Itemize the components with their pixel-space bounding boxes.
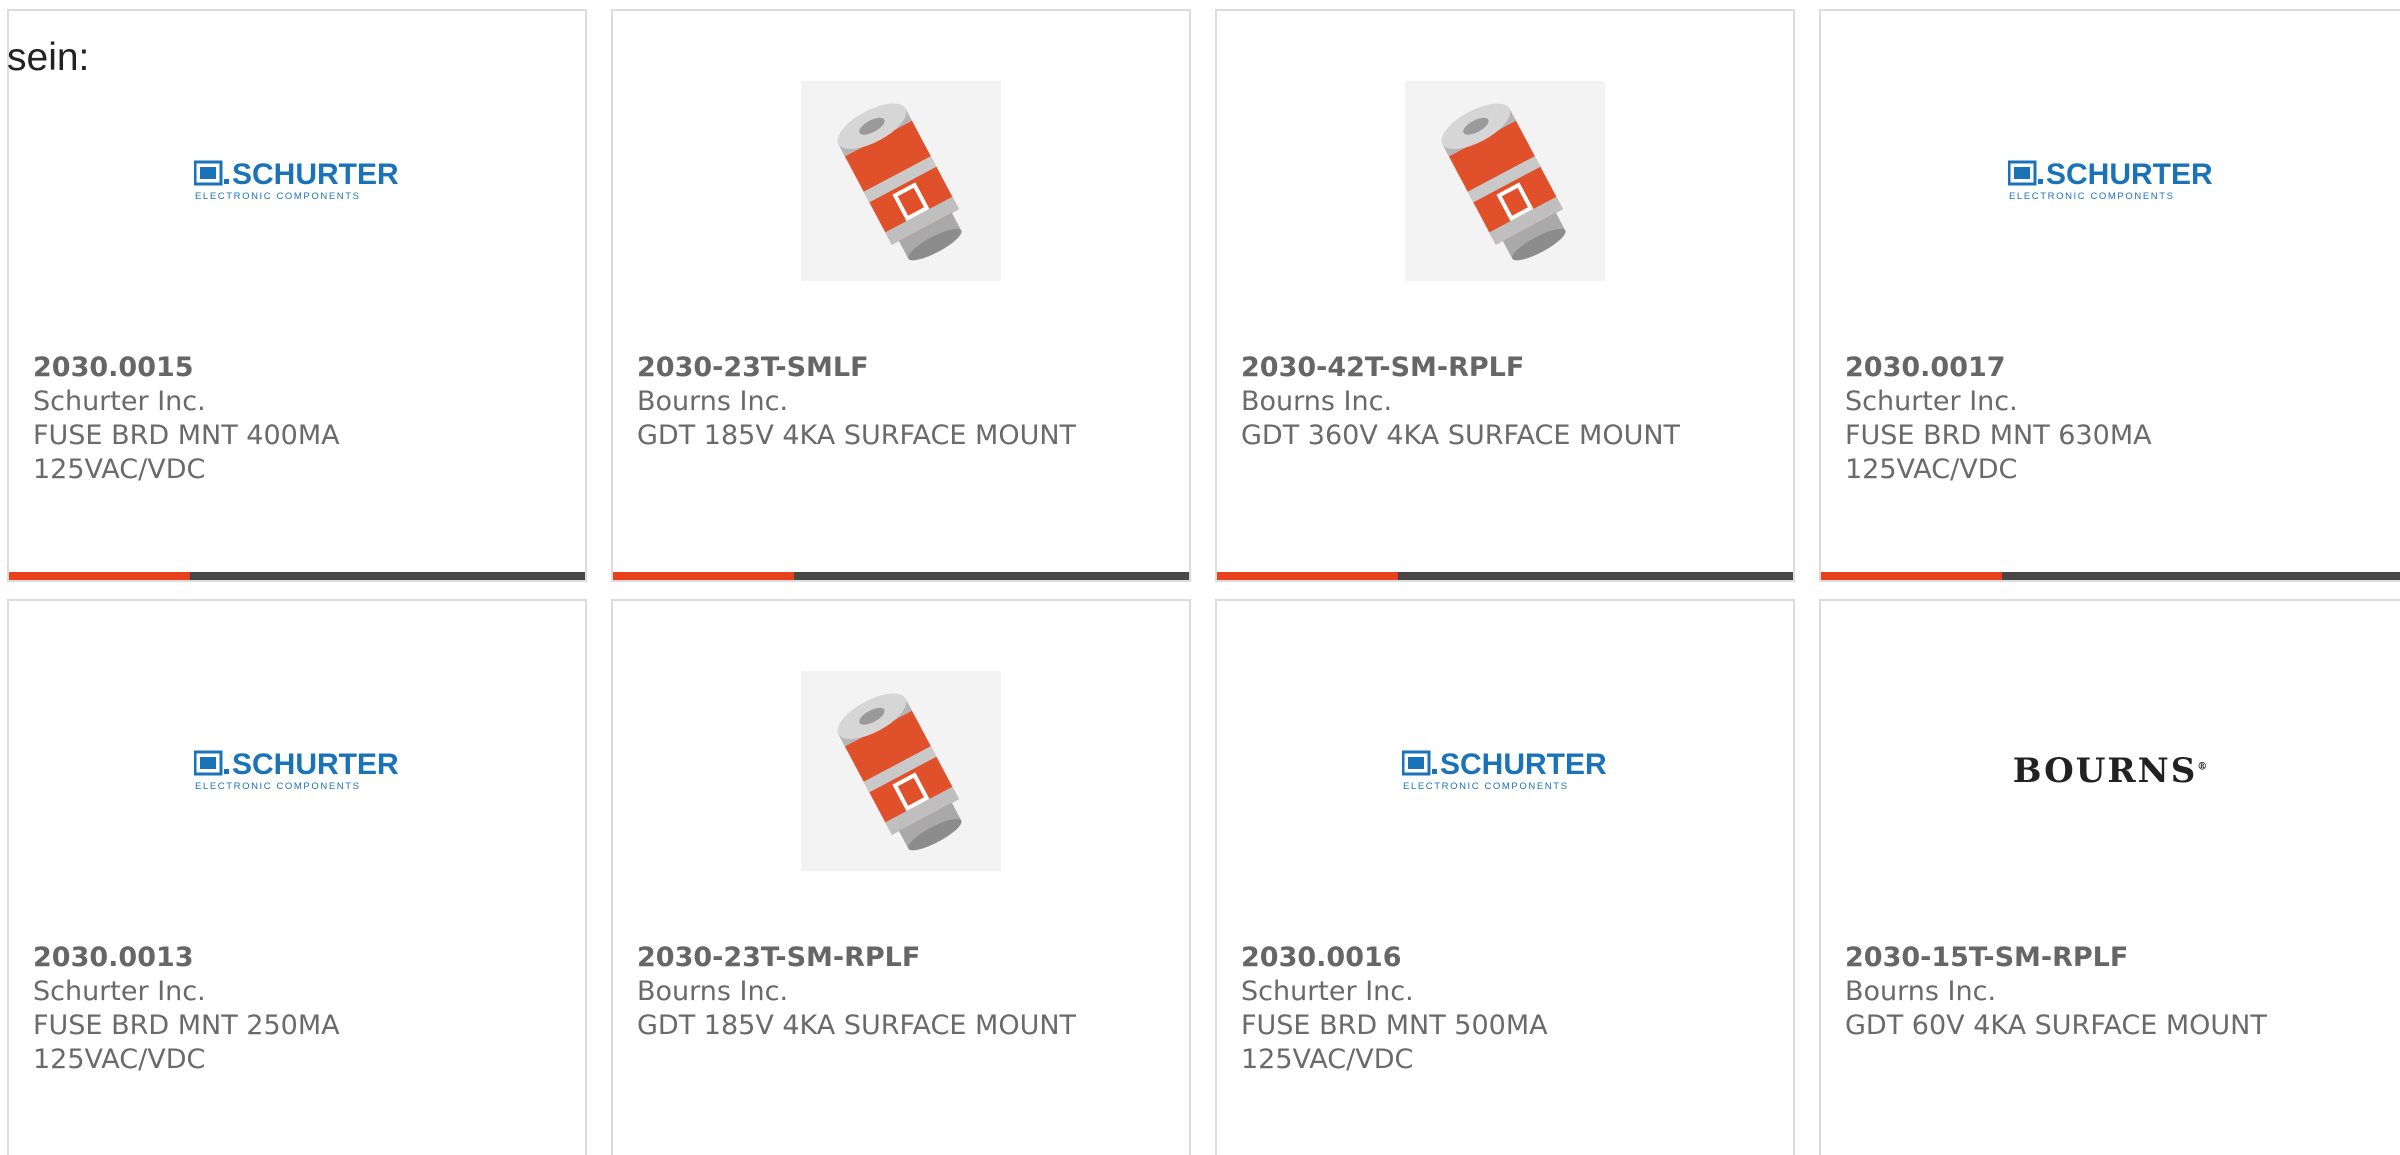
description: GDT 360V 4KA SURFACE MOUNT: [1241, 420, 1681, 451]
description: FUSE BRD MNT 400MA 125VAC/VDC: [33, 420, 340, 485]
part-number[interactable]: 2030.0013: [33, 941, 363, 975]
product-card[interactable]: 2030-23T-SM-RPLF Bourns Inc. GDT 185V 4K…: [611, 599, 1191, 1155]
card-accent-bar: [1821, 572, 2400, 580]
description: FUSE BRD MNT 250MA 125VAC/VDC: [33, 1010, 340, 1075]
description: GDT 185V 4KA SURFACE MOUNT: [637, 1010, 1077, 1041]
manufacturer: Schurter Inc.: [33, 976, 206, 1007]
manufacturer: Bourns Inc.: [1241, 386, 1393, 417]
schurter-logo: SCHURTER ELECTRONIC COMPONENTS: [194, 160, 400, 202]
product-image: [613, 71, 1189, 291]
manufacturer: Bourns Inc.: [637, 386, 789, 417]
svg-text:ELECTRONIC COMPONENTS: ELECTRONIC COMPONENTS: [195, 191, 361, 202]
svg-text:ELECTRONIC COMPONENTS: ELECTRONIC COMPONENTS: [195, 781, 361, 792]
manufacturer: Schurter Inc.: [33, 386, 206, 417]
schurter-logo: SCHURTER ELECTRONIC COMPONENTS: [2008, 160, 2214, 202]
product-image: SCHURTER ELECTRONIC COMPONENTS: [1217, 661, 1793, 881]
card-accent-bar: [613, 572, 1189, 580]
part-number[interactable]: 2030-23T-SMLF: [637, 351, 1157, 385]
part-number[interactable]: 2030.0015: [33, 351, 363, 385]
manufacturer: Schurter Inc.: [1241, 976, 1414, 1007]
card-accent-bar: [1217, 572, 1793, 580]
product-card[interactable]: 2030-23T-SMLF Bourns Inc. GDT 185V 4KA S…: [611, 9, 1191, 582]
manufacturer: Bourns Inc.: [637, 976, 789, 1007]
schurter-logo: SCHURTER ELECTRONIC COMPONENTS: [1402, 750, 1608, 792]
bourns-logo: BOURNS®: [2012, 751, 2210, 791]
description: GDT 185V 4KA SURFACE MOUNT: [637, 420, 1077, 451]
product-card[interactable]: BOURNS® 2030-15T-SM-RPLF Bourns Inc. GDT…: [1819, 599, 2400, 1155]
svg-text:SCHURTER: SCHURTER: [232, 160, 399, 191]
gdt-component-icon: [1405, 81, 1605, 281]
description: GDT 60V 4KA SURFACE MOUNT: [1845, 1010, 2267, 1041]
gdt-component-icon: [801, 671, 1001, 871]
product-card[interactable]: SCHURTER ELECTRONIC COMPONENTS 2030.0015…: [7, 9, 587, 582]
product-card[interactable]: 2030-42T-SM-RPLF Bourns Inc. GDT 360V 4K…: [1215, 9, 1795, 582]
product-card[interactable]: SCHURTER ELECTRONIC COMPONENTS 2030.0016…: [1215, 599, 1795, 1155]
part-number[interactable]: 2030-15T-SM-RPLF: [1845, 941, 2365, 975]
product-image: [613, 661, 1189, 881]
schurter-logo: SCHURTER ELECTRONIC COMPONENTS: [194, 750, 400, 792]
part-number[interactable]: 2030.0017: [1845, 351, 2175, 385]
product-card[interactable]: SCHURTER ELECTRONIC COMPONENTS 2030.0013…: [7, 599, 587, 1155]
part-number[interactable]: 2030-23T-SM-RPLF: [637, 941, 1157, 975]
description: FUSE BRD MNT 630MA 125VAC/VDC: [1845, 420, 2152, 485]
part-number[interactable]: 2030-42T-SM-RPLF: [1241, 351, 1761, 385]
product-image: BOURNS®: [1821, 661, 2400, 881]
part-number[interactable]: 2030.0016: [1241, 941, 1571, 975]
svg-text:ELECTRONIC COMPONENTS: ELECTRONIC COMPONENTS: [1403, 781, 1569, 792]
description: FUSE BRD MNT 500MA 125VAC/VDC: [1241, 1010, 1548, 1075]
svg-text:SCHURTER: SCHURTER: [2046, 160, 2213, 191]
gdt-component-icon: [801, 81, 1001, 281]
product-grid-page: sein: SCHURTER ELECTRONIC COMPONENTS 203…: [0, 0, 2400, 1155]
manufacturer: Schurter Inc.: [1845, 386, 2018, 417]
svg-text:ELECTRONIC COMPONENTS: ELECTRONIC COMPONENTS: [2009, 191, 2175, 202]
card-accent-bar: [9, 572, 585, 580]
product-card[interactable]: SCHURTER ELECTRONIC COMPONENTS 2030.0017…: [1819, 9, 2400, 582]
product-image: SCHURTER ELECTRONIC COMPONENTS: [9, 661, 585, 881]
product-image: SCHURTER ELECTRONIC COMPONENTS: [9, 71, 585, 291]
product-image: [1217, 71, 1793, 291]
svg-text:SCHURTER: SCHURTER: [1440, 750, 1607, 781]
product-image: SCHURTER ELECTRONIC COMPONENTS: [1821, 71, 2400, 291]
manufacturer: Bourns Inc.: [1845, 976, 1997, 1007]
svg-text:SCHURTER: SCHURTER: [232, 750, 399, 781]
page-heading: sein:: [7, 36, 90, 79]
